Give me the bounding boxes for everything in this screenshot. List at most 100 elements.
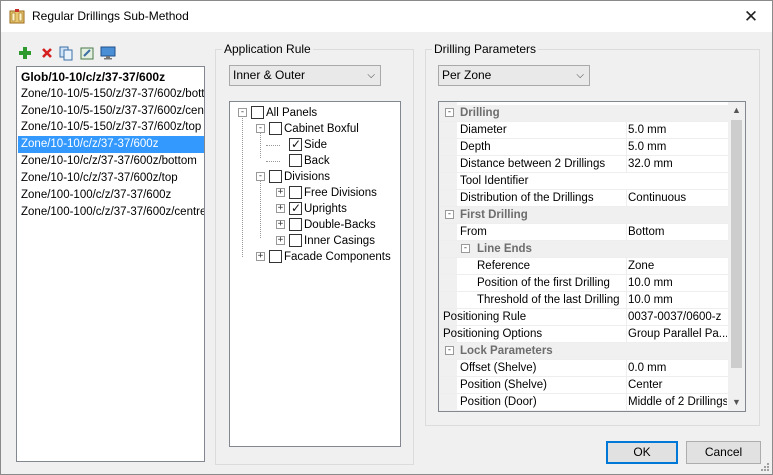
list-item[interactable]: Zone/100-100/c/z/37-37/600z/centre [18, 204, 204, 221]
property-name: Offset (Shelve) [460, 362, 537, 374]
drilling-mode-value: Per Zone [442, 68, 492, 82]
tree-node[interactable]: + Inner Casings [230, 233, 398, 249]
submethod-list[interactable]: Glob/10-10/c/z/37-37/600z Zone/10-10/5-15… [16, 66, 205, 462]
resize-grip-icon[interactable] [760, 462, 770, 472]
property-value[interactable]: 0.0 mm [626, 360, 727, 377]
property-row[interactable]: Offset (Shelve) 0.0 mm [439, 360, 729, 377]
list-item[interactable]: Glob/10-10/c/z/37-37/600z [18, 69, 204, 86]
tree-checkbox[interactable] [289, 186, 302, 199]
collapse-icon[interactable]: - [445, 210, 454, 219]
property-value[interactable]: Bottom [626, 224, 727, 241]
property-row[interactable]: Distance between 2 Drillings 32.0 mm [439, 156, 729, 173]
list-item[interactable]: Zone/10-10/c/z/37-37/600z [18, 136, 204, 153]
scroll-down-icon[interactable]: ▼ [728, 394, 745, 411]
collapse-icon[interactable]: - [256, 124, 265, 133]
close-button[interactable]: ✕ [730, 1, 772, 32]
property-row[interactable]: Reference Zone [439, 258, 729, 275]
edit-icon[interactable] [79, 44, 95, 62]
display-icon[interactable] [100, 44, 116, 62]
property-name: Tool Identifier [460, 175, 529, 187]
property-row[interactable]: Position (Shelve) Center [439, 377, 729, 394]
property-category[interactable]: - Lock Parameters [439, 343, 729, 360]
drilling-parameters-label: Drilling Parameters [432, 42, 539, 56]
expand-icon[interactable]: + [276, 236, 285, 245]
property-value[interactable]: 32.0 mm [626, 156, 727, 173]
list-item[interactable]: Zone/10-10/5-150/z/37-37/600z/top [18, 119, 204, 136]
property-value[interactable]: Zone [626, 258, 727, 275]
property-row[interactable]: Threshold of the last Drilling 10.0 mm [439, 292, 729, 309]
scroll-up-icon[interactable]: ▲ [728, 102, 745, 119]
property-value[interactable]: Middle of 2 Drillings [626, 394, 727, 411]
property-grid[interactable]: - Drilling Diameter 5.0 mm Depth 5.0 mm Distan… [438, 101, 746, 412]
property-row[interactable]: Distribution of the Drillings Continuous [439, 190, 729, 207]
tree-node[interactable]: + Double-Backs [230, 217, 398, 233]
tree-node[interactable]: Side [230, 136, 398, 153]
property-row[interactable]: Positioning Options Group Parallel Pa... [439, 326, 729, 343]
property-row[interactable]: Position (Door) Middle of 2 Drillings [439, 394, 729, 411]
tree-node[interactable]: - All Panels [230, 105, 398, 121]
dialog-window: Regular Drillings Sub-Method ✕ Glob/10-1… [0, 0, 773, 475]
collapse-icon[interactable]: - [256, 172, 265, 181]
property-row[interactable]: Position of the first Drilling 10.0 mm [439, 275, 729, 292]
scroll-thumb[interactable] [731, 120, 742, 368]
property-row[interactable]: From Bottom [439, 224, 729, 241]
add-icon[interactable] [17, 44, 33, 62]
panel-tree[interactable]: -All Panels-Cabinet Boxful Side Back -Divis… [229, 101, 401, 447]
property-value[interactable]: Group Parallel Pa... [626, 326, 727, 343]
tree-node-label: Side [304, 139, 328, 151]
tree-checkbox[interactable] [269, 122, 282, 135]
property-value[interactable]: Center [626, 377, 727, 394]
drilling-mode-combo[interactable]: Per Zone ⌵ [438, 65, 590, 86]
tree-checkbox[interactable] [251, 106, 264, 119]
list-item[interactable]: Zone/10-10/c/z/37-37/600z/bottom [18, 153, 204, 170]
tree-node[interactable]: Back [230, 153, 398, 169]
property-value[interactable]: 5.0 mm [626, 122, 727, 139]
property-value[interactable]: 5.0 mm [626, 139, 727, 156]
property-category[interactable]: - First Drilling [439, 207, 729, 224]
expand-icon[interactable]: + [256, 252, 265, 261]
collapse-icon[interactable]: - [238, 108, 247, 117]
tree-checkbox[interactable] [289, 234, 302, 247]
drill-app-icon [9, 9, 25, 24]
collapse-icon[interactable]: - [445, 346, 454, 355]
list-item[interactable]: Zone/10-10/5-150/z/37-37/600z/bottom [18, 86, 204, 103]
expand-icon[interactable]: + [276, 220, 285, 229]
copy-icon[interactable] [58, 44, 74, 62]
property-row[interactable]: Depth 5.0 mm [439, 139, 729, 156]
tree-checkbox[interactable] [269, 250, 282, 263]
property-row[interactable]: Diameter 5.0 mm [439, 122, 729, 139]
collapse-icon[interactable]: - [461, 244, 470, 253]
tree-checkbox[interactable] [289, 154, 302, 167]
list-item[interactable]: Zone/100-100/c/z/37-37/600z [18, 187, 204, 204]
cancel-button[interactable]: Cancel [686, 441, 761, 464]
property-category[interactable]: - Line Ends [439, 241, 729, 258]
tree-checkbox[interactable] [289, 200, 302, 216]
ok-button[interactable]: OK [606, 441, 678, 464]
property-grid-scrollbar[interactable]: ▲ ▼ [728, 102, 745, 411]
collapse-icon[interactable]: - [445, 108, 454, 117]
application-rule-combo[interactable]: Inner & Outer ⌵ [229, 65, 381, 86]
property-row[interactable]: Positioning Rule 0037-0037/0600-z [439, 309, 729, 326]
list-item[interactable]: Zone/10-10/5-150/z/37-37/600z/centre [18, 103, 204, 120]
expand-icon[interactable]: + [276, 188, 285, 197]
property-value[interactable]: 10.0 mm [626, 292, 727, 309]
property-name: Line Ends [477, 243, 532, 255]
list-item[interactable]: Zone/10-10/c/z/37-37/600z/top [18, 170, 204, 187]
property-row[interactable]: Tool Identifier [439, 173, 729, 190]
property-value[interactable]: 10.0 mm [626, 275, 727, 292]
tree-node[interactable]: + Facade Components [230, 249, 398, 265]
tree-node-label: Back [304, 155, 330, 167]
tree-checkbox[interactable] [289, 218, 302, 231]
property-category[interactable]: - Drilling [439, 105, 729, 122]
tree-node[interactable]: + Free Divisions [230, 185, 398, 201]
expand-icon[interactable]: + [276, 204, 285, 213]
property-value[interactable]: Continuous [626, 190, 727, 207]
tree-node[interactable]: - Cabinet Boxful [230, 121, 398, 137]
delete-icon[interactable] [39, 44, 55, 62]
tree-checkbox[interactable] [289, 136, 302, 152]
tree-checkbox[interactable] [269, 170, 282, 183]
tree-node[interactable]: + Uprights [230, 200, 398, 217]
window-title: Regular Drillings Sub-Method [32, 9, 189, 23]
tree-node[interactable]: - Divisions [230, 169, 398, 185]
property-value[interactable]: 0037-0037/0600-z [626, 309, 727, 326]
